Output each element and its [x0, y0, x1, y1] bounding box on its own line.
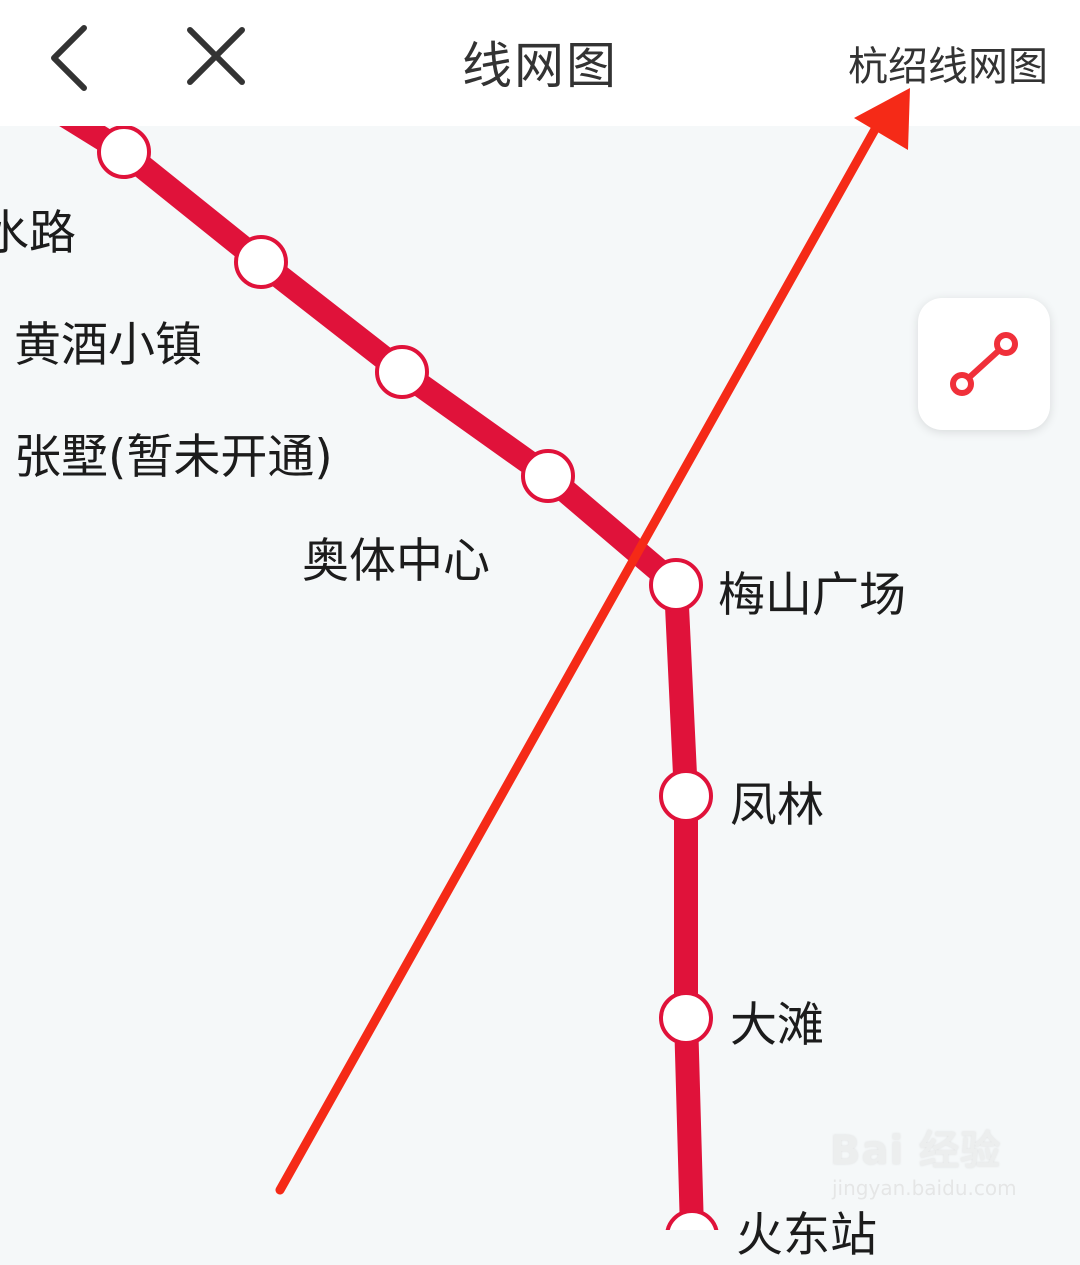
station-label-huangjiuxiaozhen[interactable]: 黄酒小镇 — [14, 306, 202, 375]
baidu-jingyan-watermark: Bai 经验 jingyan.baidu.com — [826, 1118, 1026, 1208]
station-marker[interactable] — [665, 1209, 719, 1230]
watermark-text: Bai 经验 — [830, 1128, 1002, 1174]
route-icon — [950, 332, 1018, 396]
station-label-meishanguangchang[interactable]: 梅山广场 — [718, 556, 906, 625]
station-label-fenglin[interactable]: 凤林 — [730, 766, 824, 835]
station-label-zhangshu[interactable]: 张墅(暂未开通) — [14, 418, 333, 487]
metro-line-path — [33, 89, 704, 1230]
station-marker[interactable] — [375, 345, 429, 399]
station-label-datan[interactable]: 大滩 — [730, 986, 824, 1055]
station-markers — [97, 125, 719, 1230]
metro-line-map — [33, 89, 719, 1230]
station-marker[interactable] — [659, 991, 713, 1045]
station-marker[interactable] — [649, 558, 703, 612]
station-marker[interactable] — [97, 125, 151, 179]
top-navigation-bar: 线网图 杭绍线网图 — [0, 0, 1080, 126]
station-marker[interactable] — [659, 769, 713, 823]
station-label-aotizhongxin[interactable]: 奥体中心 — [302, 522, 490, 591]
watermark-url: jingyan.baidu.com — [832, 1176, 1017, 1200]
station-marker[interactable] — [521, 449, 575, 503]
route-planner-button[interactable] — [918, 298, 1050, 430]
station-marker[interactable] — [234, 235, 288, 289]
station-label-shuilu[interactable]: 水路 — [0, 194, 76, 263]
hangshao-line-map-link[interactable]: 杭绍线网图 — [848, 34, 1048, 92]
